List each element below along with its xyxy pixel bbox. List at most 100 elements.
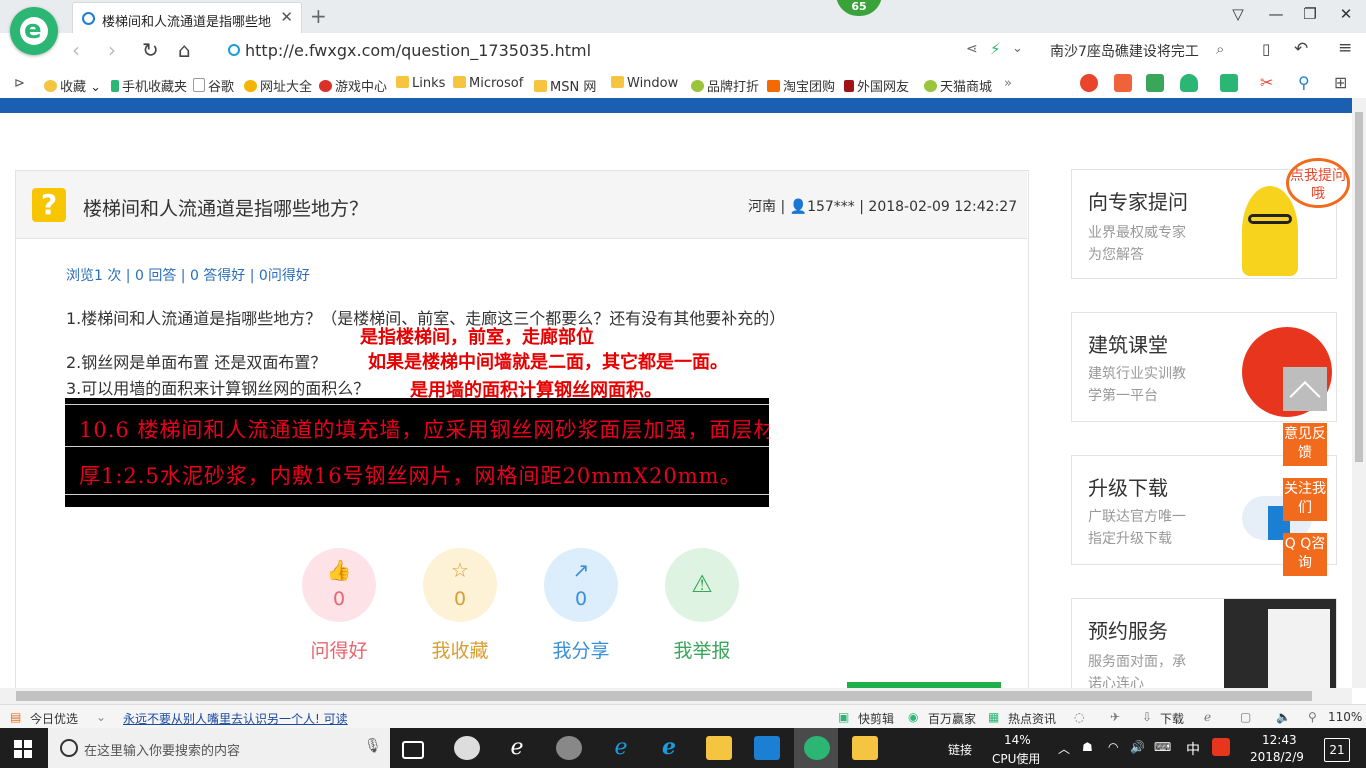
- sogou-icon[interactable]: [1212, 738, 1230, 756]
- bookmark-brand-sale[interactable]: 品牌打折: [691, 76, 759, 95]
- zoom-icon[interactable]: ⚲: [1298, 74, 1316, 92]
- vertical-scrollbar[interactable]: [1352, 98, 1366, 688]
- maximize-button[interactable]: ❐: [1300, 5, 1320, 23]
- volume-icon[interactable]: 🔈: [1276, 710, 1291, 724]
- handshake-image-detail: [1268, 609, 1330, 691]
- phone-icon[interactable]: ▯: [1262, 40, 1270, 58]
- question-stats[interactable]: 浏览1 次 | 0 回答 | 0 答得好 | 0问得好: [66, 265, 310, 285]
- bookmark-msn[interactable]: MSN 网: [534, 76, 596, 95]
- back-to-top-button[interactable]: [1283, 367, 1327, 413]
- bookmark-taobao[interactable]: 淘宝团购: [767, 76, 835, 95]
- 360-browser-icon[interactable]: [556, 736, 582, 760]
- menu-icon[interactable]: ≡: [1338, 38, 1352, 58]
- people-icon[interactable]: ☗: [1082, 740, 1093, 754]
- zoom-level[interactable]: 110%: [1328, 710, 1362, 724]
- book-icon[interactable]: [1146, 74, 1164, 92]
- chevron-down-icon[interactable]: ⌄: [1012, 41, 1023, 56]
- bookmark-nav[interactable]: 网址大全: [244, 76, 312, 95]
- ie-icon[interactable]: ℯ: [656, 736, 682, 760]
- bookmark-windows[interactable]: Window: [611, 76, 678, 91]
- translate-icon[interactable]: [1220, 74, 1238, 92]
- quick-clip[interactable]: 快剪辑: [858, 710, 894, 727]
- search-icon[interactable]: ⌕: [1216, 40, 1224, 58]
- fan-app-icon[interactable]: [454, 736, 480, 760]
- share-button[interactable]: ↗ 0: [544, 548, 618, 622]
- share-label[interactable]: 我分享: [531, 636, 631, 663]
- ie-mode-icon[interactable]: ℯ: [1204, 710, 1211, 724]
- browser-logo-icon[interactable]: e: [10, 7, 58, 55]
- chevron-down-icon[interactable]: ⌄: [96, 710, 106, 724]
- url-input[interactable]: http://e.fwxgx.com/question_1735035.html: [245, 41, 591, 60]
- like-label[interactable]: 问得好: [289, 636, 389, 663]
- daily-picks[interactable]: 今日优选: [30, 710, 78, 727]
- news-ticker[interactable]: 永远不要从别人嘴里去认识另一个人! 可读: [123, 710, 348, 727]
- close-tab-icon[interactable]: ✕: [280, 8, 293, 26]
- clock-date[interactable]: 2018/2/9: [1250, 750, 1304, 764]
- like-button[interactable]: 👍 0: [302, 548, 376, 622]
- volume-icon[interactable]: 🔊: [1130, 740, 1145, 754]
- accelerate-icon[interactable]: ⚡: [990, 40, 1001, 58]
- report-label[interactable]: 我举报: [652, 636, 752, 663]
- new-tab-button[interactable]: +: [310, 4, 327, 28]
- more-bookmarks-icon[interactable]: »: [1004, 76, 1012, 91]
- share-page-icon[interactable]: ⋖: [966, 41, 978, 57]
- e-browser-active-icon[interactable]: [804, 736, 830, 760]
- browser-tab[interactable]: 楼梯间和人流通道是指哪些地方 ✕: [72, 2, 302, 34]
- bookmark-microsoft[interactable]: Microsof: [453, 76, 523, 91]
- keyboard-icon[interactable]: ⌨: [1154, 740, 1171, 754]
- back-icon[interactable]: ‹: [72, 38, 80, 62]
- appointment-card[interactable]: 预约服务 服务面对面，承 诺心连心: [1071, 598, 1337, 691]
- qq-consult-button[interactable]: Q Q咨询: [1283, 533, 1327, 576]
- speed-icon[interactable]: ◌: [1074, 710, 1084, 724]
- notification-center[interactable]: 21: [1324, 738, 1350, 762]
- favorite-label[interactable]: 我收藏: [410, 636, 510, 663]
- bookmark-favorites[interactable]: 收藏 ⌄: [44, 76, 101, 95]
- wifi-icon[interactable]: ◠: [1108, 740, 1118, 754]
- bookmark-foreign[interactable]: 外国网友: [844, 76, 909, 95]
- forward-icon[interactable]: ›: [108, 38, 116, 62]
- bookmark-links[interactable]: Links: [396, 76, 445, 91]
- edge-icon[interactable]: ℯ: [608, 736, 634, 760]
- skin-icon[interactable]: ▽: [1228, 5, 1248, 23]
- refresh-icon[interactable]: ↻: [142, 38, 159, 62]
- million-winner[interactable]: 百万赢家: [928, 710, 976, 727]
- feedback-button[interactable]: 意见反馈: [1283, 423, 1327, 466]
- favorite-button[interactable]: ☆ 0: [423, 548, 497, 622]
- apps-grid-icon[interactable]: ⊞: [1334, 74, 1352, 92]
- trophy-icon[interactable]: [1080, 74, 1098, 92]
- pin-icon[interactable]: ✈: [1110, 710, 1120, 724]
- downloads[interactable]: 下载: [1160, 710, 1184, 727]
- search-input[interactable]: 南沙7座岛礁建设将完工: [1050, 41, 1199, 61]
- ask-bubble[interactable]: 点我提问哦: [1286, 158, 1350, 208]
- window-icon[interactable]: ▢: [1240, 710, 1251, 724]
- microphone-icon[interactable]: 🎙: [364, 738, 382, 754]
- ime-indicator[interactable]: 中: [1186, 739, 1200, 759]
- windows-start-icon[interactable]: [14, 740, 32, 758]
- undo-icon[interactable]: ↶: [1294, 39, 1308, 59]
- file-explorer-icon[interactable]: [706, 736, 732, 760]
- g-app-icon[interactable]: [754, 736, 780, 760]
- follow-us-button[interactable]: 关注我们: [1283, 478, 1327, 521]
- shield-icon[interactable]: [1180, 74, 1198, 92]
- clock-time[interactable]: 12:43: [1262, 733, 1297, 747]
- mascot-icon: [1242, 186, 1298, 276]
- tray-expand-icon[interactable]: ︿: [1058, 740, 1070, 757]
- close-window-button[interactable]: ✕: [1336, 5, 1356, 23]
- bookmark-games[interactable]: 游戏中心: [319, 76, 387, 95]
- hot-news[interactable]: 热点资讯: [1008, 710, 1056, 727]
- bookmark-mobile[interactable]: 手机收藏夹: [111, 76, 187, 95]
- home-icon[interactable]: ⌂: [178, 38, 191, 62]
- links-label[interactable]: 链接: [948, 741, 972, 758]
- e-browser-icon[interactable]: ℯ: [504, 736, 530, 760]
- scissors-icon[interactable]: ✂: [1260, 74, 1278, 92]
- bookmark-google[interactable]: 谷歌: [193, 76, 234, 95]
- minimize-button[interactable]: —: [1266, 5, 1286, 23]
- notes-app-icon[interactable]: [852, 736, 878, 760]
- taskbar-search[interactable]: 在这里输入你要搜索的内容 🎙: [48, 728, 390, 768]
- discount-icon[interactable]: [1114, 74, 1132, 92]
- task-view-icon[interactable]: [402, 741, 424, 759]
- report-button[interactable]: ⚠: [665, 548, 739, 622]
- bookmark-tmall[interactable]: 天猫商城: [924, 76, 992, 95]
- horizontal-scrollbar[interactable]: [0, 688, 1352, 704]
- sidebar-toggle-icon[interactable]: ⊳: [14, 76, 25, 91]
